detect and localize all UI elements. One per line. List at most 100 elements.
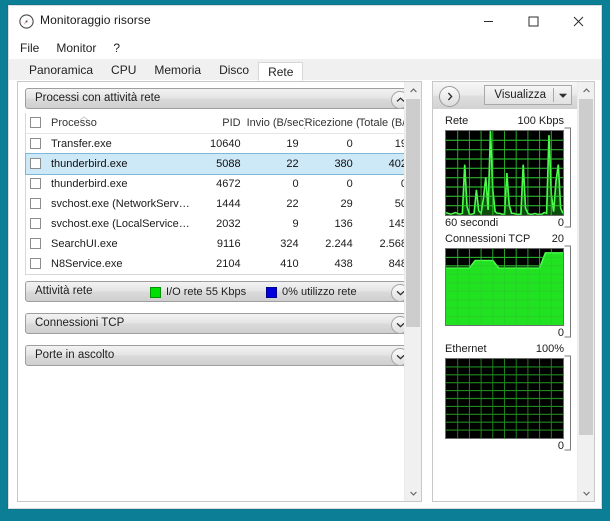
chevron-down-icon[interactable]	[554, 92, 571, 98]
table-row[interactable]: svchost.exe (LocalServiceAndN…2032913614…	[26, 214, 413, 234]
process-name-label: thunderbird.exe	[51, 158, 128, 170]
view-dropdown-label: Visualizza	[494, 89, 546, 101]
cell-received: 136	[334, 218, 353, 230]
process-name-label: svchost.exe (NetworkService -p)	[51, 198, 197, 210]
processes-table-body: Transfer.exe 10640 19 0 19 thunderbird.exe 508…	[25, 134, 414, 275]
graph-tcp-title: Connessioni TCP	[445, 233, 531, 245]
listening-ports-group: Porte in ascolto	[25, 345, 414, 366]
graph-rete: Rete 100 Kbps 60 secondi 0	[445, 115, 571, 231]
scroll-up-icon[interactable]	[578, 82, 594, 98]
minimize-button[interactable]	[466, 6, 511, 37]
graph-tcp-min: 0	[557, 327, 564, 339]
listening-ports-group-header[interactable]: Porte in ascolto	[25, 345, 414, 366]
tab-disco[interactable]: Disco	[210, 61, 259, 80]
table-row[interactable]: N8Service.exe 2104 410 438 848	[26, 254, 413, 274]
network-activity-group-header[interactable]: Attività rete I/O rete 55 Kbps 0% utiliz…	[25, 281, 414, 302]
table-row[interactable]: SearchUI.exe 9116 324 2.244 2.568	[26, 234, 413, 254]
cell-pid: 2104	[216, 258, 241, 270]
row-checkbox[interactable]	[30, 218, 41, 229]
cell-pid: 9116	[216, 238, 241, 250]
menu-item-monitor[interactable]: Monitor	[56, 41, 96, 55]
tcp-connections-group: Connessioni TCP	[25, 313, 414, 334]
menu-item-file[interactable]: File	[20, 41, 39, 55]
scroll-thumb[interactable]	[579, 99, 593, 435]
column-header-pid[interactable]: PID	[196, 113, 247, 134]
graph-tcp: Connessioni TCP 20 0	[445, 233, 571, 341]
tab-panoramica[interactable]: Panoramica	[20, 61, 103, 80]
row-checkbox[interactable]	[30, 138, 41, 149]
graph-ethernet-labels: Ethernet 100%	[445, 343, 564, 358]
left-pane-scrollbar[interactable]	[404, 82, 421, 501]
cell-sent: 19	[286, 138, 299, 150]
close-button[interactable]	[556, 6, 601, 37]
table-row[interactable]: Transfer.exe 10640 19 0 19	[26, 134, 413, 155]
graph-rete-footer: 60 secondi 0	[445, 216, 564, 231]
processes-group-title: Processi con attività rete	[35, 92, 161, 104]
cell-sent: 0	[292, 178, 299, 190]
cell-sent: 22	[286, 198, 299, 210]
row-checkbox[interactable]	[30, 198, 41, 209]
cell-pid: 10640	[209, 138, 241, 150]
scroll-down-icon[interactable]	[578, 485, 594, 501]
graph-ethernet-axis-bracket	[564, 355, 571, 451]
legend-network-utilization: 0% utilizzo rete	[266, 286, 357, 298]
menu-bar: File Monitor ?	[9, 37, 601, 59]
table-row[interactable]: thunderbird.exe 5088 22 380 402	[25, 153, 414, 175]
process-name-label: N8Service.exe	[51, 258, 123, 270]
tab-bar: Panoramica CPU Memoria Disco Rete	[9, 59, 601, 81]
tcp-connections-group-title: Connessioni TCP	[35, 317, 125, 329]
window-controls	[466, 6, 601, 37]
graph-tcp-labels: Connessioni TCP 20	[445, 233, 564, 248]
resource-monitor-window: Monitoraggio risorse File Monitor ? Pano…	[8, 5, 602, 509]
graph-ethernet-footer: 0	[445, 439, 564, 454]
row-checkbox[interactable]	[30, 158, 41, 169]
scroll-thumb[interactable]	[406, 99, 420, 327]
tcp-connections-group-header[interactable]: Connessioni TCP	[25, 313, 414, 334]
menu-item-help[interactable]: ?	[113, 41, 120, 55]
process-name-label: thunderbird.exe	[51, 178, 128, 190]
scroll-up-icon[interactable]	[405, 82, 421, 98]
table-row[interactable]: svchost.exe (NetworkService -p) 1444 22 29 5…	[26, 194, 413, 214]
cell-received: 0	[346, 138, 353, 150]
cell-received: 29	[340, 198, 353, 210]
processes-table-container: Processo PID Invio (B/sec) Ricezione (B/…	[25, 113, 414, 275]
row-checkbox[interactable]	[30, 178, 41, 189]
cell-process-name: svchost.exe (LocalServiceAndN…	[26, 214, 196, 234]
table-row[interactable]: thunderbird.exe4672000	[26, 174, 413, 194]
graph-tcp-max: 20	[551, 233, 564, 245]
graph-ethernet-canvas	[445, 358, 564, 439]
graph-rete-max: 100 Kbps	[517, 115, 564, 127]
view-dropdown[interactable]: Visualizza	[484, 85, 572, 105]
graph-rete-labels: Rete 100 Kbps	[445, 115, 564, 130]
cell-sent: 324	[280, 238, 299, 250]
graph-rete-title: Rete	[445, 115, 469, 127]
process-name-label: svchost.exe (LocalServiceAndN…	[51, 218, 196, 230]
cell-process-name: thunderbird.exe	[26, 154, 196, 174]
chevron-right-icon[interactable]	[439, 86, 460, 107]
row-checkbox[interactable]	[30, 238, 41, 249]
processes-group-header[interactable]: Processi con attività rete	[25, 88, 414, 109]
row-checkbox[interactable]	[30, 258, 41, 269]
left-pane: Processi con attività rete Processo PID …	[17, 81, 422, 502]
tab-rete[interactable]: Rete	[258, 62, 304, 81]
tab-memoria[interactable]: Memoria	[145, 61, 211, 80]
graph-ethernet-min: 0	[557, 440, 564, 452]
cell-pid: 4672	[216, 178, 241, 190]
right-pane-scrollbar[interactable]	[577, 82, 594, 501]
graph-rete-min: 0	[557, 217, 564, 229]
select-all-checkbox[interactable]	[30, 117, 41, 128]
cell-sent: 22	[286, 158, 299, 170]
graph-rete-canvas	[445, 130, 564, 216]
legend-network-utilization-label: 0% utilizzo rete	[282, 286, 357, 298]
tab-cpu[interactable]: CPU	[102, 61, 146, 80]
graph-tcp-canvas	[445, 248, 564, 326]
graph-stack: Rete 100 Kbps 60 secondi 0 Connessioni T…	[433, 109, 578, 501]
maximize-button[interactable]	[511, 6, 556, 37]
window-title: Monitoraggio risorse	[40, 13, 151, 27]
column-header-ricezione[interactable]: Ricezione (B/…	[304, 113, 359, 134]
column-header-invio[interactable]: Invio (B/sec)	[246, 113, 305, 134]
cell-sent: 9	[292, 218, 299, 230]
scroll-down-icon[interactable]	[405, 485, 421, 501]
table-header-row: Processo PID Invio (B/sec) Ricezione (B/…	[26, 113, 413, 134]
column-header-processo[interactable]: Processo	[26, 113, 197, 134]
